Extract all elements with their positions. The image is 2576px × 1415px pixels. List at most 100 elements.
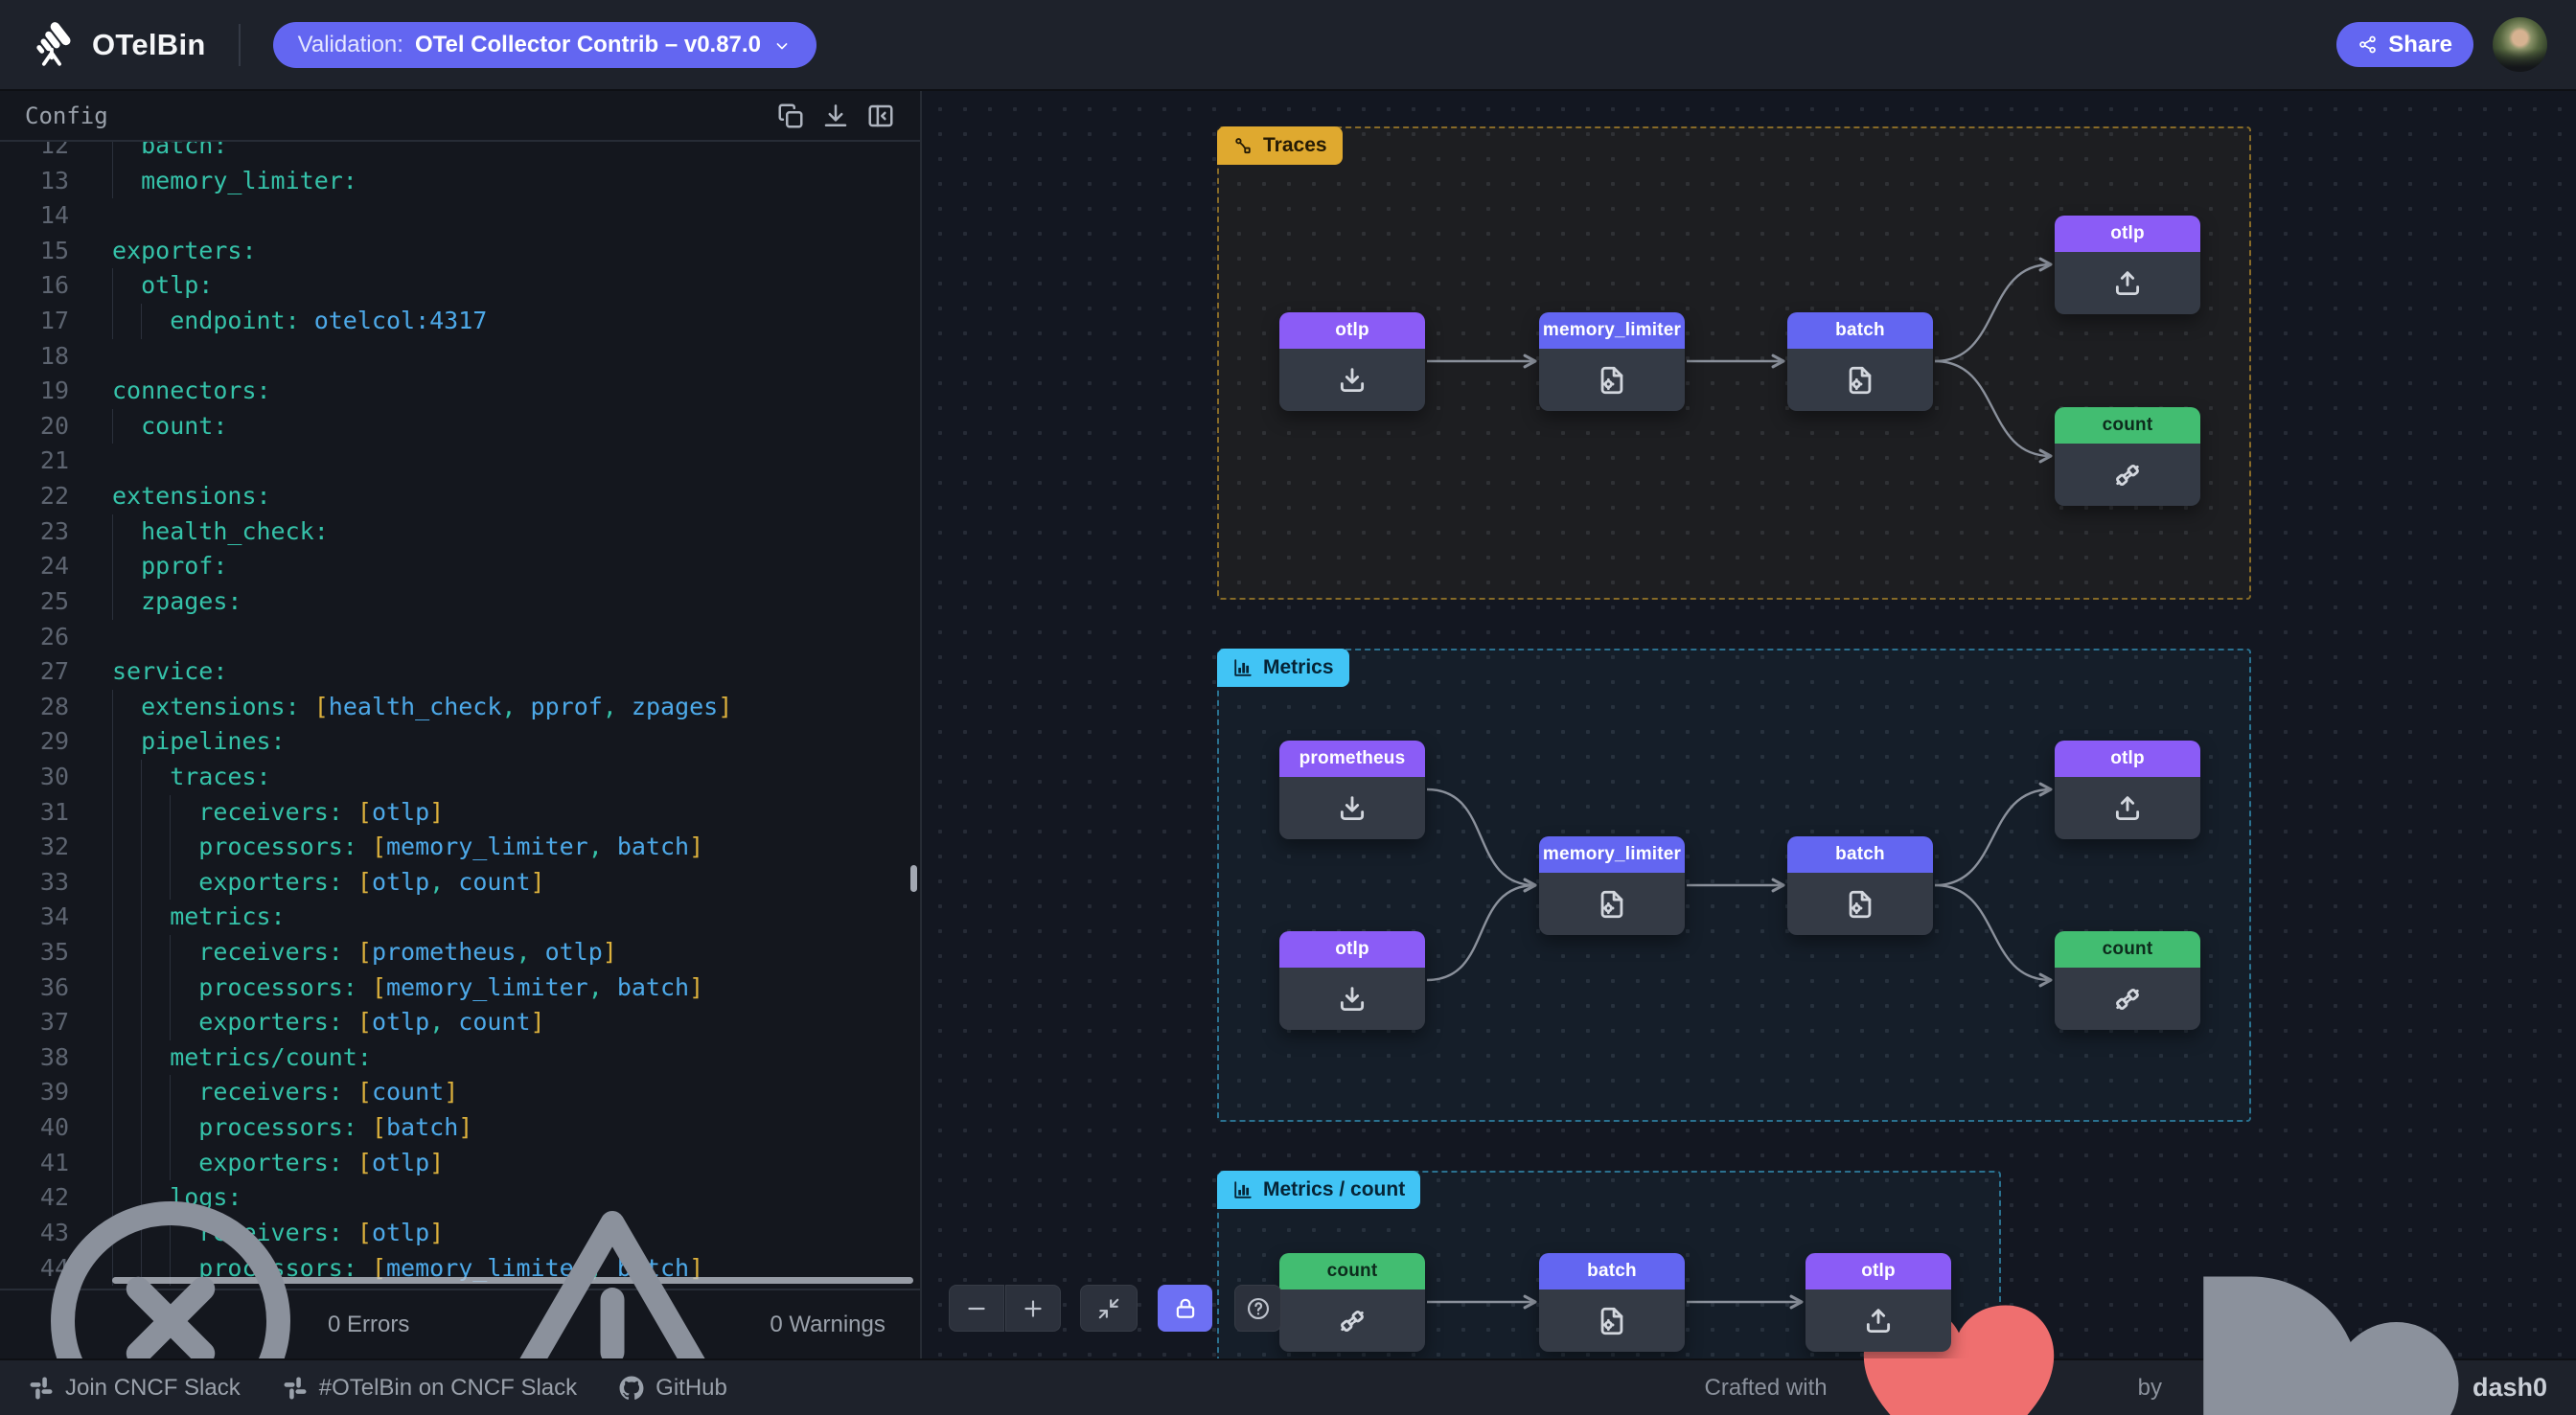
code-line-19: 19connectors: bbox=[0, 374, 920, 409]
config-editor-panel: Config 12batch:13memory_limiter:1415expo… bbox=[0, 91, 920, 1358]
code-line-12: 12batch: bbox=[0, 142, 920, 164]
slack-icon bbox=[29, 1376, 54, 1401]
node-label: prometheus bbox=[1279, 741, 1425, 777]
node-receiver-otlp[interactable]: otlp bbox=[1279, 931, 1425, 1030]
chart-icon bbox=[1232, 1179, 1254, 1200]
node-connector-count[interactable]: count bbox=[1279, 1253, 1425, 1352]
share-button[interactable]: Share bbox=[2336, 22, 2473, 67]
github-icon bbox=[619, 1376, 644, 1401]
yaml-editor[interactable]: 12batch:13memory_limiter:1415exporters:1… bbox=[0, 142, 920, 1289]
code-line-16: 16otlp: bbox=[0, 268, 920, 304]
code-line-41: 41exporters: [otlp] bbox=[0, 1146, 920, 1181]
code-line-26: 26 bbox=[0, 620, 920, 655]
vertical-scrollbar-thumb[interactable] bbox=[910, 865, 917, 892]
code-line-17: 17endpoint: otelcol:4317 bbox=[0, 304, 920, 339]
app-title: OTelBin bbox=[92, 28, 206, 62]
collapse-editor-button[interactable] bbox=[866, 102, 895, 130]
lock-button[interactable] bbox=[1158, 1285, 1212, 1332]
github-link[interactable]: GitHub bbox=[619, 1375, 727, 1402]
node-exporter-otlp[interactable]: otlp bbox=[1806, 1253, 1951, 1352]
header-divider bbox=[239, 24, 241, 66]
code-line-21: 21 bbox=[0, 444, 920, 479]
pipeline-badge-metrics: Metrics bbox=[1217, 649, 1349, 687]
node-receiver-prometheus[interactable]: prometheus bbox=[1279, 741, 1425, 839]
inbox-down-icon bbox=[1336, 364, 1368, 397]
node-connector-count[interactable]: count bbox=[2055, 931, 2200, 1030]
node-label: otlp bbox=[2055, 741, 2200, 777]
node-label: batch bbox=[1787, 312, 1933, 349]
node-label: batch bbox=[1787, 836, 1933, 873]
code-line-18: 18 bbox=[0, 339, 920, 375]
pipeline-badge-metrics-count: Metrics / count bbox=[1217, 1171, 1420, 1209]
node-label: memory_limiter bbox=[1539, 312, 1685, 349]
node-label: memory_limiter bbox=[1539, 836, 1685, 873]
code-line-40: 40processors: [batch] bbox=[0, 1110, 920, 1146]
copy-config-button[interactable] bbox=[776, 102, 805, 130]
status-bar: 0 Errors 0 Warnings bbox=[0, 1289, 920, 1358]
share-icon bbox=[2358, 34, 2378, 55]
code-line-24: 24pprof: bbox=[0, 549, 920, 584]
pipeline-group-metrics: Metrics bbox=[1217, 649, 2251, 1122]
credit-by: by bbox=[2138, 1375, 2162, 1402]
fit-view-button[interactable] bbox=[1080, 1285, 1138, 1332]
unplug-icon bbox=[2111, 983, 2144, 1016]
editor-header: Config bbox=[0, 91, 920, 142]
node-processor-batch[interactable]: batch bbox=[1787, 836, 1933, 935]
warnings-label: 0 Warnings bbox=[770, 1312, 886, 1338]
plus-icon bbox=[1021, 1296, 1046, 1321]
app-footer: Join CNCF Slack #OTelBin on CNCF Slack Git… bbox=[0, 1358, 2576, 1415]
dash0-logo-icon[interactable] bbox=[2174, 1241, 2461, 1415]
lock-icon bbox=[1173, 1296, 1198, 1321]
slack-icon bbox=[283, 1376, 308, 1401]
node-exporter-otlp[interactable]: otlp bbox=[2055, 741, 2200, 839]
pipeline-visualization[interactable]: Traces Metrics Metrics / count otlp memory_l… bbox=[922, 91, 2576, 1358]
node-processor-memory_limiter[interactable]: memory_limiter bbox=[1539, 836, 1685, 935]
shrink-icon bbox=[1096, 1296, 1121, 1321]
node-label: otlp bbox=[2055, 216, 2200, 252]
zoom-in-button[interactable] bbox=[1005, 1285, 1061, 1332]
node-connector-count[interactable]: count bbox=[2055, 407, 2200, 506]
code-line-36: 36processors: [memory_limiter, batch] bbox=[0, 970, 920, 1006]
validation-label: Validation: bbox=[298, 32, 403, 58]
help-icon bbox=[1246, 1296, 1271, 1321]
file-cog-icon bbox=[1596, 888, 1628, 921]
node-processor-memory_limiter[interactable]: memory_limiter bbox=[1539, 312, 1685, 411]
inbox-down-icon bbox=[1336, 983, 1368, 1016]
code-line-38: 38metrics/count: bbox=[0, 1040, 920, 1076]
file-cog-icon bbox=[1844, 364, 1876, 397]
code-line-35: 35receivers: [prometheus, otlp] bbox=[0, 935, 920, 970]
code-line-14: 14 bbox=[0, 198, 920, 234]
code-line-15: 15exporters: bbox=[0, 234, 920, 269]
node-label: otlp bbox=[1279, 312, 1425, 349]
file-cog-icon bbox=[1596, 364, 1628, 397]
tray-up-icon bbox=[1862, 1305, 1895, 1337]
node-processor-batch[interactable]: batch bbox=[1539, 1253, 1685, 1352]
pipeline-badge-traces: Traces bbox=[1217, 126, 1343, 165]
tray-up-icon bbox=[2111, 267, 2144, 300]
node-exporter-otlp[interactable]: otlp bbox=[2055, 216, 2200, 314]
node-receiver-otlp[interactable]: otlp bbox=[1279, 312, 1425, 411]
share-label: Share bbox=[2388, 32, 2452, 58]
zoom-out-button[interactable] bbox=[949, 1285, 1004, 1332]
join-cncf-slack-link[interactable]: Join CNCF Slack bbox=[29, 1375, 241, 1402]
validation-dropdown[interactable]: Validation: OTel Collector Contrib – v0.… bbox=[273, 22, 816, 68]
download-config-button[interactable] bbox=[821, 102, 850, 130]
dash0-brand-name[interactable]: dash0 bbox=[2472, 1373, 2547, 1403]
chart-icon bbox=[1232, 657, 1254, 678]
node-label: count bbox=[2055, 931, 2200, 968]
code-line-23: 23health_check: bbox=[0, 514, 920, 550]
file-cog-icon bbox=[1596, 1305, 1628, 1337]
user-avatar[interactable] bbox=[2493, 17, 2547, 72]
code-line-30: 30traces: bbox=[0, 760, 920, 795]
otelbin-cncf-slack-link[interactable]: #OTelBin on CNCF Slack bbox=[283, 1375, 577, 1402]
node-label: otlp bbox=[1279, 931, 1425, 968]
help-button[interactable] bbox=[1234, 1285, 1281, 1332]
code-line-20: 20count: bbox=[0, 409, 920, 445]
errors-label: 0 Errors bbox=[328, 1312, 409, 1338]
otelbin-logo-icon bbox=[29, 20, 77, 70]
app-header: OTelBin Validation: OTel Collector Contr… bbox=[0, 0, 2576, 91]
unplug-icon bbox=[2111, 459, 2144, 491]
credit-text: Crafted with bbox=[1705, 1375, 1828, 1402]
waypoints-icon bbox=[1232, 135, 1254, 156]
node-processor-batch[interactable]: batch bbox=[1787, 312, 1933, 411]
